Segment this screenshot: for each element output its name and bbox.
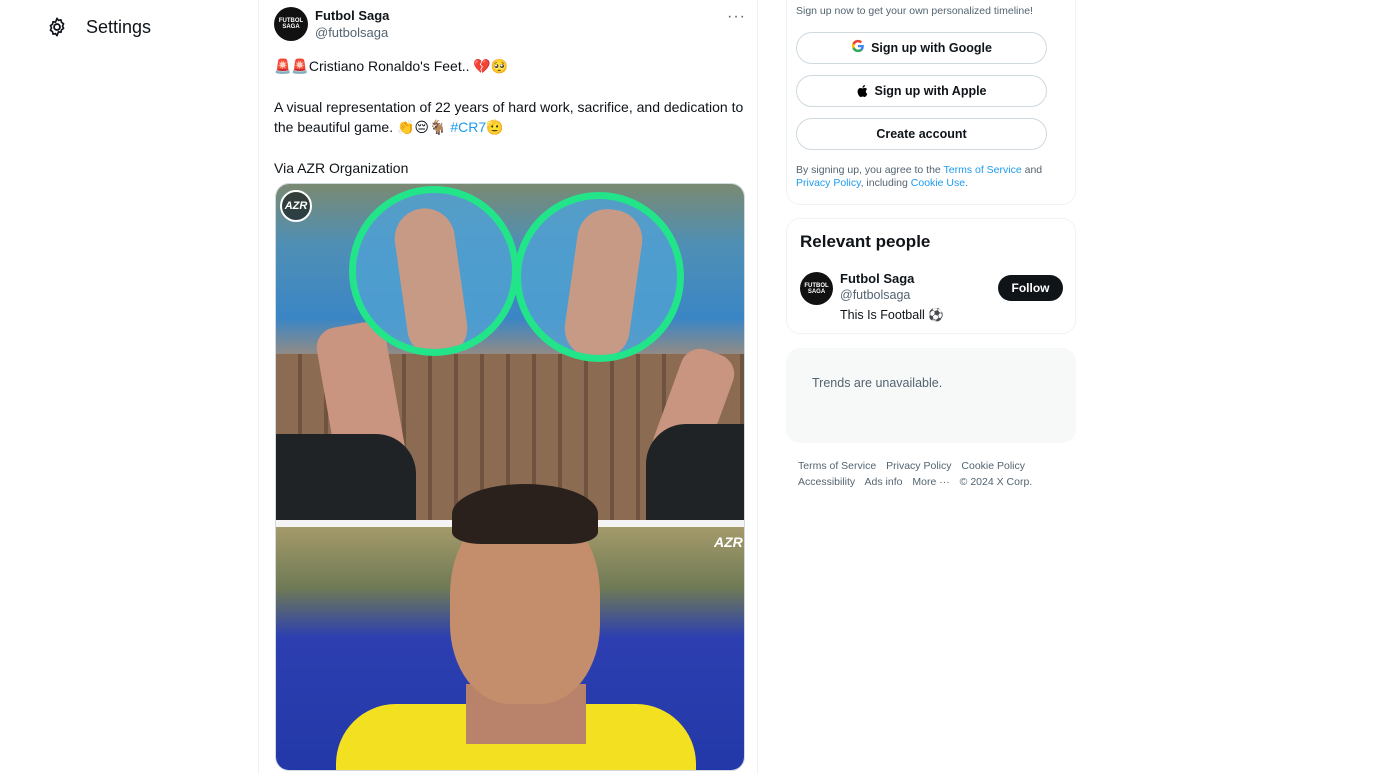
tweet-line-1-text: Cristiano Ronaldo's Feet.. bbox=[308, 58, 470, 74]
tweet-header: FUTBOL SAGA Futbol Saga @futbolsaga ··· bbox=[274, 6, 746, 44]
footer-links: Terms of Service Privacy Policy Cookie P… bbox=[798, 458, 1068, 490]
author-info[interactable]: Futbol Saga @futbolsaga bbox=[315, 8, 389, 40]
trends-card: Trends are unavailable. bbox=[786, 348, 1076, 443]
follow-button[interactable]: Follow bbox=[998, 275, 1063, 301]
signup-card: Sign up now to get your own personalized… bbox=[786, 0, 1076, 205]
highlight-circle-left bbox=[349, 186, 519, 356]
person-avatar[interactable]: FUTBOL SAGA bbox=[800, 272, 833, 305]
signup-google-button[interactable]: Sign up with Google bbox=[796, 32, 1047, 64]
gear-icon bbox=[49, 17, 65, 37]
left-pant bbox=[276, 434, 416, 520]
tweet[interactable]: FUTBOL SAGA Futbol Saga @futbolsaga ··· … bbox=[274, 6, 746, 771]
signup-apple-button[interactable]: Sign up with Apple bbox=[796, 75, 1047, 107]
azr-watermark-text: AZR bbox=[714, 534, 743, 550]
tweet-line-1: 🚨🚨Cristiano Ronaldo's Feet.. 💔🥺 bbox=[274, 56, 746, 77]
right-pant bbox=[646, 424, 744, 520]
author-handle[interactable]: @futbolsaga bbox=[315, 25, 389, 40]
nav-settings-label: Settings bbox=[86, 16, 152, 37]
cookie-use-link[interactable]: Cookie Use bbox=[911, 177, 965, 189]
footer-more-link[interactable]: More ··· bbox=[912, 476, 949, 488]
salute-emoji: 🫡 bbox=[486, 120, 504, 136]
timeline-column: FUTBOL SAGA Futbol Saga @futbolsaga ··· … bbox=[258, 0, 758, 774]
hashtag-link[interactable]: #CR7 bbox=[450, 119, 486, 135]
relevant-people-card: Relevant people FUTBOL SAGA Futbol Saga … bbox=[786, 218, 1076, 334]
tweet-via: Via AZR Organization bbox=[274, 160, 409, 176]
create-account-button[interactable]: Create account bbox=[796, 118, 1047, 150]
clap-emoji: 👏😔🐐 bbox=[396, 120, 447, 136]
relevant-people-title: Relevant people bbox=[800, 232, 931, 251]
privacy-policy-link[interactable]: Privacy Policy bbox=[796, 177, 861, 189]
broken-heart-emoji: 💔🥺 bbox=[473, 59, 509, 75]
trends-unavailable-message: Trends are unavailable. bbox=[812, 376, 943, 390]
legal-prefix: By signing up, you agree to the bbox=[796, 164, 941, 176]
person-name[interactable]: Futbol Saga bbox=[840, 271, 914, 286]
hair bbox=[452, 484, 598, 544]
feet-photo: AZR bbox=[276, 184, 744, 520]
footer-cookie-link[interactable]: Cookie Policy bbox=[961, 460, 1025, 472]
highlight-circle-right bbox=[514, 192, 684, 362]
azr-watermark-logo: AZR bbox=[280, 190, 312, 222]
tweet-line-2: A visual representation of 22 years of h… bbox=[274, 97, 746, 138]
tweet-blank-line-2 bbox=[274, 138, 746, 158]
footer-terms-link[interactable]: Terms of Service bbox=[798, 460, 876, 472]
nav-item-settings[interactable]: Settings bbox=[46, 14, 151, 40]
create-account-label: Create account bbox=[876, 127, 967, 141]
footer-accessibility-link[interactable]: Accessibility bbox=[798, 476, 855, 488]
tweet-line-2-text: A visual representation of 22 years of h… bbox=[274, 99, 744, 135]
person-handle[interactable]: @futbolsaga bbox=[840, 288, 910, 302]
more-options-button[interactable]: ··· bbox=[727, 8, 746, 26]
legal-end: . bbox=[965, 177, 968, 189]
apple-icon bbox=[858, 85, 868, 98]
signup-google-label: Sign up with Google bbox=[871, 41, 992, 55]
signup-legal-text: By signing up, you agree to the Terms of… bbox=[796, 164, 1066, 190]
author-avatar[interactable]: FUTBOL SAGA bbox=[274, 7, 308, 41]
person-bio: This Is Football ⚽ bbox=[840, 308, 944, 322]
tweet-media-image[interactable]: AZR AZR bbox=[275, 183, 745, 771]
footer-privacy-link[interactable]: Privacy Policy bbox=[886, 460, 951, 472]
tweet-text: 🚨🚨Cristiano Ronaldo's Feet.. 💔🥺 A visual… bbox=[274, 56, 746, 178]
legal-and: and bbox=[1024, 164, 1043, 176]
tweet-blank-line bbox=[274, 77, 746, 97]
legal-including: , including bbox=[860, 177, 908, 189]
terms-of-service-link[interactable]: Terms of Service bbox=[944, 164, 1022, 176]
siren-emoji: 🚨🚨 bbox=[274, 59, 309, 75]
google-icon bbox=[851, 39, 865, 57]
author-name[interactable]: Futbol Saga bbox=[315, 8, 389, 23]
footer-ads-info-link[interactable]: Ads info bbox=[865, 476, 903, 488]
signup-apple-label: Sign up with Apple bbox=[874, 84, 987, 98]
signup-intro: Sign up now to get your own personalized… bbox=[796, 5, 1033, 17]
footer-copyright: © 2024 X Corp. bbox=[959, 476, 1033, 488]
